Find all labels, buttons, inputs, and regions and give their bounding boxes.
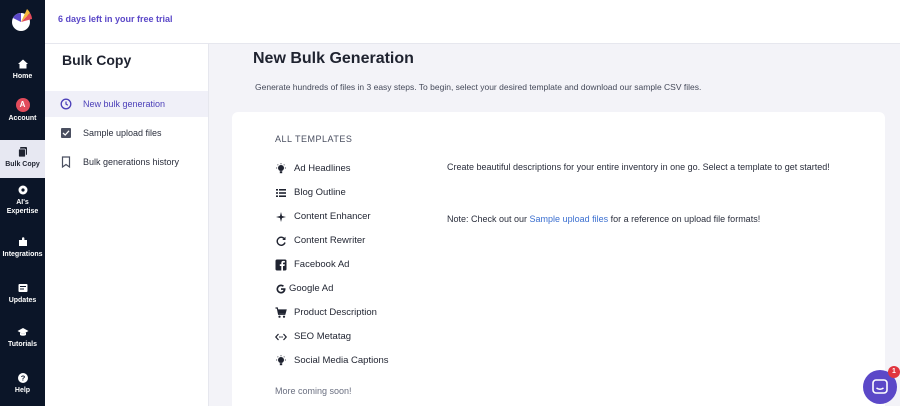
home-icon [17,59,28,69]
brain-icon [18,185,27,195]
rail-label-integrations: Integrations [2,251,43,258]
sidebar-item-sample-upload-files[interactable]: Sample upload files [45,120,208,146]
rail-label-bulk-copy: Bulk Copy [5,161,40,168]
svg-text:?: ? [20,374,25,383]
app-logo-icon[interactable] [8,7,36,33]
note-prefix: Note: Check out our [447,214,530,224]
template-description: Create beautiful descriptions for your e… [447,162,830,172]
rail-label-updates: Updates [8,297,37,304]
nav-rail: Home A Account Bulk Copy AI's Expertise … [0,0,45,406]
top-bar: 6 days left in your free trial [45,0,900,44]
help-icon: ? [17,373,28,383]
page-subtitle: Generate hundreds of files in 3 easy ste… [255,82,702,92]
rail-item-updates[interactable]: Updates [0,282,45,305]
code-icon [275,333,287,341]
facebook-icon [275,259,287,271]
rail-item-tutorials[interactable]: Tutorials [0,326,45,349]
templates-heading: ALL TEMPLATES [275,134,353,144]
rail-item-home[interactable]: Home [0,58,45,81]
sidebar-item-bulk-generations-history[interactable]: Bulk generations history [45,149,208,175]
rail-label-tutorials: Tutorials [7,341,38,348]
template-label: Google Ad [289,283,334,294]
chat-badge: 1 [888,366,900,378]
copy-icon [17,147,27,158]
lightbulb-icon [276,163,286,174]
cart-icon [275,307,287,318]
template-label: SEO Metatag [294,331,352,342]
sidebar-item-new-bulk-generation[interactable]: New bulk generation [45,91,208,117]
rail-label-help: Help [14,387,31,394]
puzzle-icon [18,237,27,246]
clock-icon [60,98,72,110]
main-content: New Bulk Generation Generate hundreds of… [209,44,900,406]
sidebar-item-label: Bulk generations history [83,157,180,167]
google-icon [276,284,286,294]
rail-item-account[interactable]: A Account [0,98,45,123]
sidebar-item-label: Sample upload files [83,128,162,138]
template-label: Blog Outline [294,187,346,198]
rail-label-account: Account [8,115,37,122]
upload-note: Note: Check out our Sample upload files … [447,213,867,226]
lightbulb-icon [276,355,286,366]
template-label: Ad Headlines [294,163,351,174]
rail-item-help[interactable]: ? Help [0,372,45,395]
avatar: A [15,98,30,112]
bulk-copy-sidebar: Bulk Copy New bulk generation Sample upl… [45,44,209,406]
graduation-cap-icon [17,328,28,336]
updates-icon [18,284,27,292]
sample-upload-files-link[interactable]: Sample upload files [530,214,609,224]
trial-banner[interactable]: 6 days left in your free trial [58,14,173,24]
more-coming-soon: More coming soon! [275,386,352,396]
sidebar-title: Bulk Copy [62,52,132,68]
rail-label-home: Home [12,73,33,80]
rail-item-bulk-copy[interactable]: Bulk Copy [0,140,45,178]
rail-item-ai-expertise[interactable]: AI's Expertise [0,184,45,216]
page-title: New Bulk Generation [253,50,414,67]
template-label: Content Rewriter [294,235,366,246]
bookmark-icon [61,156,71,168]
checkbox-icon [61,128,71,138]
rail-item-integrations[interactable]: Integrations [0,236,45,259]
sidebar-item-label: New bulk generation [83,99,166,109]
template-label: Product Description [294,307,377,318]
template-label: Content Enhancer [294,211,371,222]
templates-card: ALL TEMPLATES Ad Headlines Blog Outline … [232,112,885,406]
refresh-icon [276,236,286,246]
template-label: Facebook Ad [294,259,350,270]
rail-label-ai-expertise: AI's Expertise [6,199,39,215]
list-icon [276,189,286,197]
sparkle-icon [276,212,286,222]
note-suffix: for a reference on upload file formats! [608,214,761,224]
template-label: Social Media Captions [294,355,389,366]
